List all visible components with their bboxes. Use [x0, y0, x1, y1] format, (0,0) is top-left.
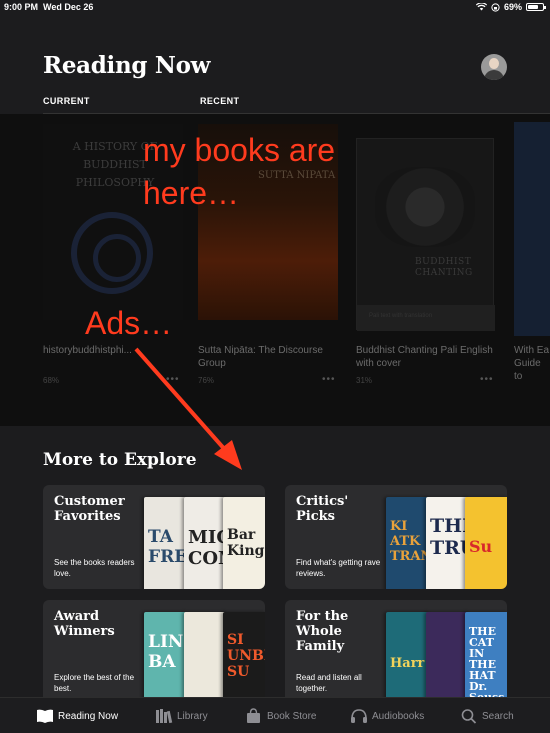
tab-search[interactable]: Search: [460, 698, 514, 733]
avatar-head: [489, 58, 499, 69]
tab-library[interactable]: Library: [155, 698, 208, 733]
avatar-body: [484, 70, 504, 80]
book-thumbnail: LIN BA: [144, 612, 188, 704]
book-thumbnail: [184, 612, 228, 704]
book-progress: 68%: [43, 376, 60, 385]
headphones-icon: [351, 709, 367, 723]
section-current[interactable]: CURRENT: [43, 96, 90, 106]
book-title[interactable]: Buddhist Chanting Pali English with cove…: [356, 344, 496, 370]
more-options-button[interactable]: •••: [480, 374, 494, 385]
wifi-icon: [475, 3, 487, 11]
battery-percent: 69%: [503, 2, 522, 12]
book-thumbnail-text: MIC COM: [188, 527, 228, 569]
book-thumbnail-text: KI ATK TRANS: [390, 519, 430, 564]
explore-card-whole-family[interactable]: For the Whole Family Read and listen all…: [285, 600, 507, 704]
section-recent[interactable]: RECENT: [200, 96, 239, 106]
more-to-explore-heading: More to Explore: [43, 450, 197, 470]
card-subtitle: See the books readers love.: [54, 558, 135, 578]
card-subtitle: Explore the best of the best.: [54, 673, 135, 693]
orientation-lock-icon: [491, 2, 500, 12]
book-title[interactable]: historybuddhistphi...: [43, 344, 173, 357]
book-thumbnail: MIC COM: [184, 497, 228, 589]
avatar[interactable]: [481, 54, 507, 80]
book-thumbnail-text: Su: [469, 537, 493, 556]
more-options-button[interactable]: •••: [322, 374, 336, 385]
book-title[interactable]: With Ea Guide to: [514, 344, 550, 383]
book-thumbnail: [426, 612, 470, 704]
book-thumbnail: TA FRE: [144, 497, 188, 589]
tab-label: Audiobooks: [372, 710, 425, 722]
tab-label: Search: [482, 710, 514, 722]
status-bar: 9:00 PM Wed Dec 26 69%: [0, 0, 550, 14]
page-title: Reading Now: [43, 52, 211, 79]
status-time-date: 9:00 PM Wed Dec 26: [4, 2, 93, 12]
battery-icon: [526, 3, 546, 11]
tab-label: Book Store: [267, 710, 317, 722]
book-thumbnail: SI UNBE SU: [223, 612, 265, 704]
book-cover-title: BUDDHIST CHANTING: [415, 257, 473, 278]
book-thumbnail: THE CAT IN THE HAT Dr. Seuss: [465, 612, 507, 704]
book-thumbnail-text: Harr: [390, 656, 425, 671]
status-time: 9:00 PM: [4, 2, 39, 12]
tab-book-store[interactable]: Book Store: [245, 698, 316, 733]
book-thumbnail: KI ATK TRANS: [386, 497, 430, 589]
book-thumbnail-text: THE CAT IN THE HAT Dr. Seuss: [469, 625, 504, 703]
explore-card-critics-picks[interactable]: Critics' Picks Find what's getting rave …: [285, 485, 507, 589]
dharma-wheel-icon: [71, 212, 153, 294]
card-title: Critics' Picks: [296, 494, 349, 524]
book-cover[interactable]: [514, 122, 550, 336]
book-thumbnail: Harr: [386, 612, 430, 704]
explore-card-customer-favorites[interactable]: Customer Favorites See the books readers…: [43, 485, 265, 589]
book-thumbnail-text: THI TRU: [430, 515, 470, 559]
more-options-button[interactable]: •••: [166, 374, 180, 385]
tab-audiobooks[interactable]: Audiobooks: [350, 698, 424, 733]
status-indicators: 69%: [475, 2, 546, 12]
book-thumbnail-text: LIN BA: [148, 632, 184, 672]
annotation-ads: Ads…: [85, 305, 173, 341]
status-date: Wed Dec 26: [43, 2, 94, 12]
card-title: For the Whole Family: [296, 609, 349, 654]
book-cover[interactable]: BUDDHIST CHANTING Pali text with transla…: [356, 138, 495, 331]
annotation-books: my books are here…: [143, 132, 336, 211]
book-thumbnail-text: TA FRE: [148, 527, 188, 567]
library-icon: [156, 709, 173, 724]
book-open-icon: [37, 709, 53, 723]
cover-pattern: [375, 167, 475, 247]
tab-label: Reading Now: [58, 710, 119, 722]
shopping-bag-icon: [247, 708, 260, 723]
card-subtitle: Find what's getting rave reviews.: [296, 558, 381, 578]
book-title[interactable]: Sutta Nipāta: The Discourse Group: [198, 344, 338, 370]
book-thumbnail-text: SI UNBE SU: [227, 632, 265, 680]
book-progress: 76%: [198, 376, 215, 385]
explore-card-award-winners[interactable]: Award Winners Explore the best of the be…: [43, 600, 265, 704]
book-thumbnail: Bar King: [223, 497, 265, 589]
tab-label: Library: [177, 710, 208, 722]
card-title: Award Winners: [54, 609, 115, 639]
card-subtitle: Read and listen all together.: [296, 673, 362, 693]
book-thumbnail-text: Bar King: [227, 527, 265, 559]
search-icon: [461, 709, 477, 724]
tab-bar: Reading Now Library Book Store Audiobook…: [0, 697, 550, 733]
book-thumbnail: THI TRU: [426, 497, 470, 589]
book-progress: 31%: [356, 376, 373, 385]
book-thumbnail: Su: [465, 497, 507, 589]
tab-reading-now[interactable]: Reading Now: [36, 698, 118, 733]
book-cover-band: Pali text with translation: [357, 305, 495, 331]
battery-fill: [528, 5, 538, 9]
card-title: Customer Favorites: [54, 494, 125, 524]
